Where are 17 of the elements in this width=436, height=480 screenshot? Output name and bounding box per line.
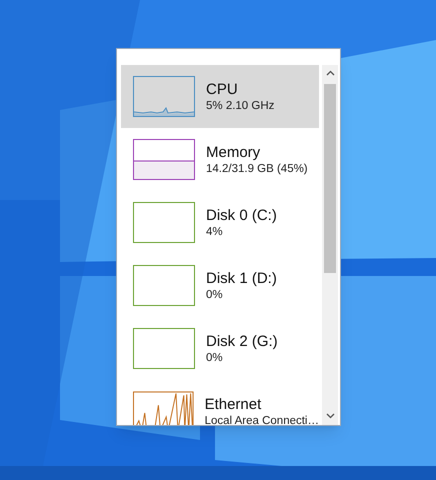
performance-item[interactable]: CPU 5% 2.10 GHz xyxy=(121,65,319,128)
item-title: Disk 2 (G:) xyxy=(206,332,278,350)
scrollbar[interactable] xyxy=(322,65,338,425)
item-reading: 0% xyxy=(206,288,224,302)
scrollbar-thumb[interactable] xyxy=(324,84,336,273)
item-title: CPU xyxy=(206,80,239,98)
item-reading: Local Area Connecti… xyxy=(204,414,319,425)
item-reading: 0% xyxy=(206,350,224,366)
item-title: Ethernet xyxy=(204,394,262,414)
item-reading: 5% 2.10 GHz xyxy=(206,98,274,114)
scroll-up-icon[interactable] xyxy=(326,70,334,76)
item-reading: 14.2/31.9 GB (45%) xyxy=(206,162,308,176)
item-title: Disk 0 (C:) xyxy=(206,206,277,224)
scroll-down-icon[interactable] xyxy=(326,413,334,419)
item-title: Memory xyxy=(206,142,262,162)
item-title: Disk 1 (D:) xyxy=(206,268,277,288)
item-reading: 4% xyxy=(206,224,224,240)
